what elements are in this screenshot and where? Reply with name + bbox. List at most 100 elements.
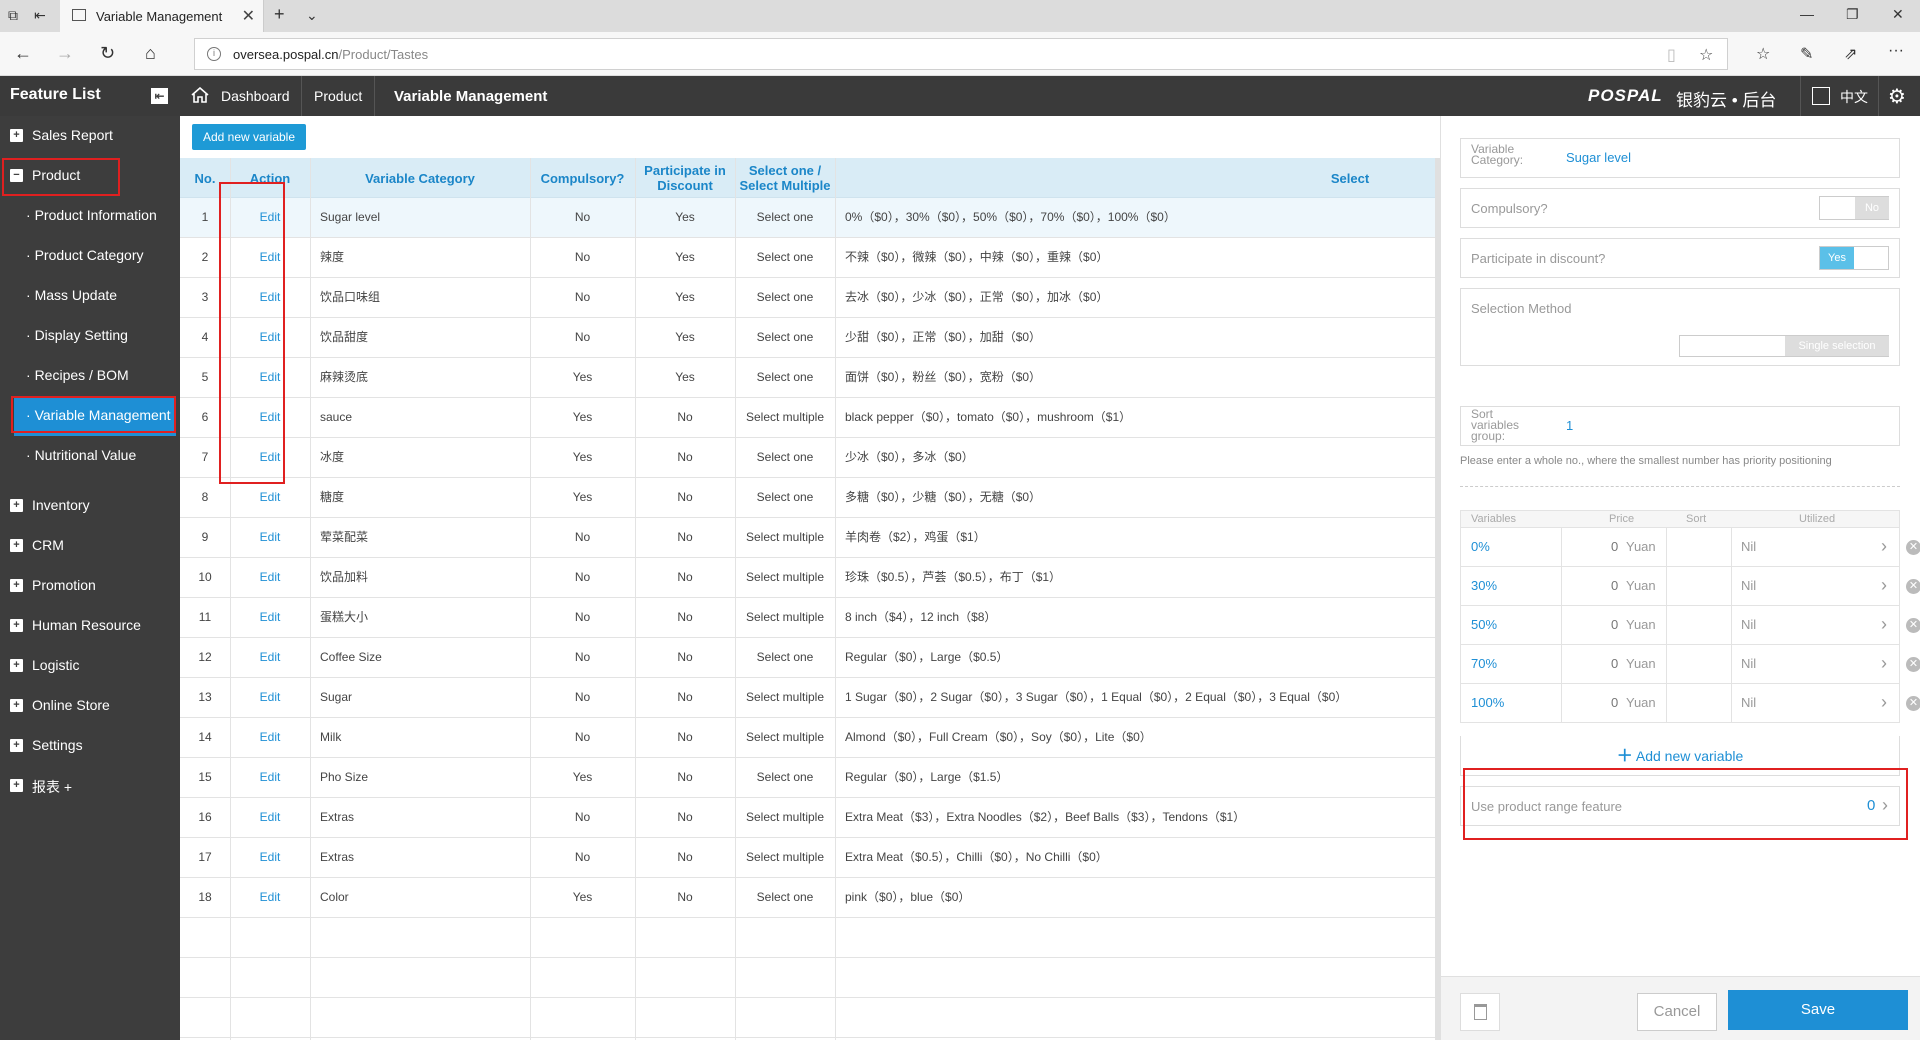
home-icon[interactable]: ⌂ [145, 43, 156, 64]
cell-select: 去冰（$0），少冰（$0），正常（$0），加冰（$0） [845, 290, 1109, 304]
chevron-right-icon[interactable]: › [1881, 692, 1887, 713]
sidebar-item-mass-update[interactable]: · Mass Update [0, 276, 180, 316]
delete-button[interactable] [1460, 993, 1500, 1031]
table-row: 11 Edit 蛋糕大小 No No Select multiple 8 inch（$4），… [180, 598, 1435, 638]
remove-variable-icon[interactable]: ✕ [1906, 540, 1920, 555]
share-icon[interactable]: ⇗ [1844, 44, 1857, 64]
sidebar-item-recipes-bom[interactable]: · Recipes / BOM [0, 356, 180, 396]
collapse-sidebar-icon[interactable]: ⇤ [151, 88, 168, 104]
variable-category-field[interactable]: Variable Category: Sugar level [1460, 138, 1900, 178]
sidebar-item-logistic[interactable]: + Logistic [0, 646, 180, 686]
header-divider [1878, 76, 1879, 116]
compulsory-toggle[interactable]: No [1819, 196, 1889, 220]
sidebar-item-online-store[interactable]: + Online Store [0, 686, 180, 726]
remove-variable-icon[interactable]: ✕ [1906, 618, 1920, 633]
variable-name[interactable]: 30% [1471, 578, 1497, 593]
web-note-icon[interactable]: ✎ [1800, 44, 1813, 64]
variable-price[interactable]: 0 [1611, 617, 1618, 632]
settings-gear-icon[interactable]: ⚙ [1888, 84, 1906, 109]
breadcrumb-dashboard[interactable]: Dashboard [221, 88, 290, 104]
chevron-right-icon[interactable]: › [1881, 614, 1887, 635]
chevron-right-icon[interactable]: › [1881, 575, 1887, 596]
edit-link[interactable]: Edit [230, 718, 310, 758]
sidebar-item-human-resource[interactable]: + Human Resource [0, 606, 180, 646]
variable-price[interactable]: 0 [1611, 539, 1618, 554]
variable-row[interactable]: 100% 0 Yuan Nil › [1460, 684, 1900, 723]
edit-link[interactable]: Edit [230, 798, 310, 838]
browser-tab[interactable]: Variable Management ✕ [60, 0, 264, 32]
variable-name[interactable]: 70% [1471, 656, 1497, 671]
language-icon[interactable] [1812, 87, 1830, 105]
edit-link[interactable]: Edit [230, 638, 310, 678]
edit-link[interactable]: Edit [230, 878, 310, 918]
variable-row[interactable]: 30% 0 Yuan Nil › [1460, 567, 1900, 606]
sidebar-item-inventory[interactable]: + Inventory [0, 486, 180, 526]
sidebar-item-product-category[interactable]: · Product Category [0, 236, 180, 276]
remove-variable-icon[interactable]: ✕ [1906, 579, 1920, 594]
save-button[interactable]: Save [1728, 990, 1908, 1030]
column-header-compulsory: Compulsory? [540, 170, 625, 186]
sidebar-item-settings[interactable]: + Settings [0, 726, 180, 766]
cell-category: 饮品甜度 [320, 330, 369, 344]
back-icon[interactable]: ← [14, 43, 32, 64]
site-info-icon[interactable]: i [207, 47, 221, 61]
sort-group-field[interactable]: Sort variables group: 1 [1460, 406, 1900, 446]
column-divider [530, 158, 531, 1040]
variable-price[interactable]: 0 [1611, 695, 1618, 710]
edit-link[interactable]: Edit [230, 678, 310, 718]
variable-name[interactable]: 50% [1471, 617, 1497, 632]
sidebar-item-label: Sales Report [32, 127, 113, 143]
breadcrumb-product[interactable]: Product [314, 88, 362, 104]
restore-icon[interactable]: ❐ [1846, 6, 1859, 23]
remove-variable-icon[interactable]: ✕ [1906, 696, 1920, 711]
variable-name[interactable]: 0% [1471, 539, 1490, 554]
variable-row[interactable]: 0% 0 Yuan Nil › [1460, 528, 1900, 567]
variable-price[interactable]: 0 [1611, 578, 1618, 593]
forward-icon[interactable]: → [56, 43, 74, 64]
url-input[interactable]: i oversea.pospal.cn/Product/Tastes ▯ ☆ [194, 38, 1728, 70]
set-aside-tabs-icon[interactable]: ⇤ [34, 7, 46, 24]
chevron-right-icon[interactable]: › [1881, 536, 1887, 557]
favorite-star-icon[interactable]: ☆ [1699, 45, 1713, 65]
reading-view-icon[interactable]: ▯ [1667, 45, 1676, 65]
edit-link[interactable]: Edit [230, 558, 310, 598]
variable-name[interactable]: 100% [1471, 695, 1504, 710]
new-tab-icon[interactable]: + [274, 4, 285, 25]
selection-method-toggle[interactable]: Single selection [1679, 335, 1889, 357]
cell-divider [1561, 645, 1562, 683]
sidebar-item-promotion[interactable]: + Promotion [0, 566, 180, 606]
cancel-button[interactable]: Cancel [1637, 993, 1717, 1031]
language-switch[interactable]: 中文 [1840, 87, 1868, 107]
window-close-icon[interactable]: ✕ [1892, 6, 1904, 23]
edit-link[interactable]: Edit [230, 478, 310, 518]
expand-plus-icon: + [10, 779, 23, 792]
variable-price[interactable]: 0 [1611, 656, 1618, 671]
minimize-icon[interactable]: — [1800, 6, 1814, 22]
tab-actions-icon[interactable]: ⧉ [8, 7, 18, 24]
more-menu-icon[interactable]: ··· [1888, 42, 1904, 60]
sidebar-item-sales-report[interactable]: + Sales Report [0, 116, 180, 156]
refresh-icon[interactable]: ↻ [100, 43, 115, 64]
favorites-hub-icon[interactable]: ☆ [1756, 44, 1770, 64]
add-new-variable-button[interactable]: Add new variable [192, 124, 306, 150]
variable-row[interactable]: 70% 0 Yuan Nil › [1460, 645, 1900, 684]
edit-link[interactable]: Edit [230, 518, 310, 558]
sidebar-item-reports-cn[interactable]: + 报表 + [0, 766, 180, 806]
discount-toggle[interactable]: Yes [1819, 246, 1889, 270]
sidebar-item-product-information[interactable]: · Product Information [0, 196, 180, 236]
sidebar-item-display-setting[interactable]: · Display Setting [0, 316, 180, 356]
edit-link[interactable]: Edit [230, 758, 310, 798]
feature-list-title: Feature List [10, 86, 101, 103]
column-header-variable-category: Variable Category [365, 170, 475, 186]
close-tab-icon[interactable]: ✕ [242, 6, 255, 26]
edit-link[interactable]: Edit [230, 838, 310, 878]
chevron-right-icon[interactable]: › [1881, 653, 1887, 674]
add-plus-icon: ＋ [1616, 748, 1633, 765]
variable-row[interactable]: 50% 0 Yuan Nil › [1460, 606, 1900, 645]
cell-category: 糖度 [320, 490, 345, 504]
sidebar-item-nutritional-value[interactable]: · Nutritional Value [0, 436, 180, 476]
sidebar-item-crm[interactable]: + CRM [0, 526, 180, 566]
remove-variable-icon[interactable]: ✕ [1906, 657, 1920, 672]
edit-link[interactable]: Edit [230, 598, 310, 638]
tab-list-chevron-icon[interactable]: ⌄ [306, 7, 318, 24]
